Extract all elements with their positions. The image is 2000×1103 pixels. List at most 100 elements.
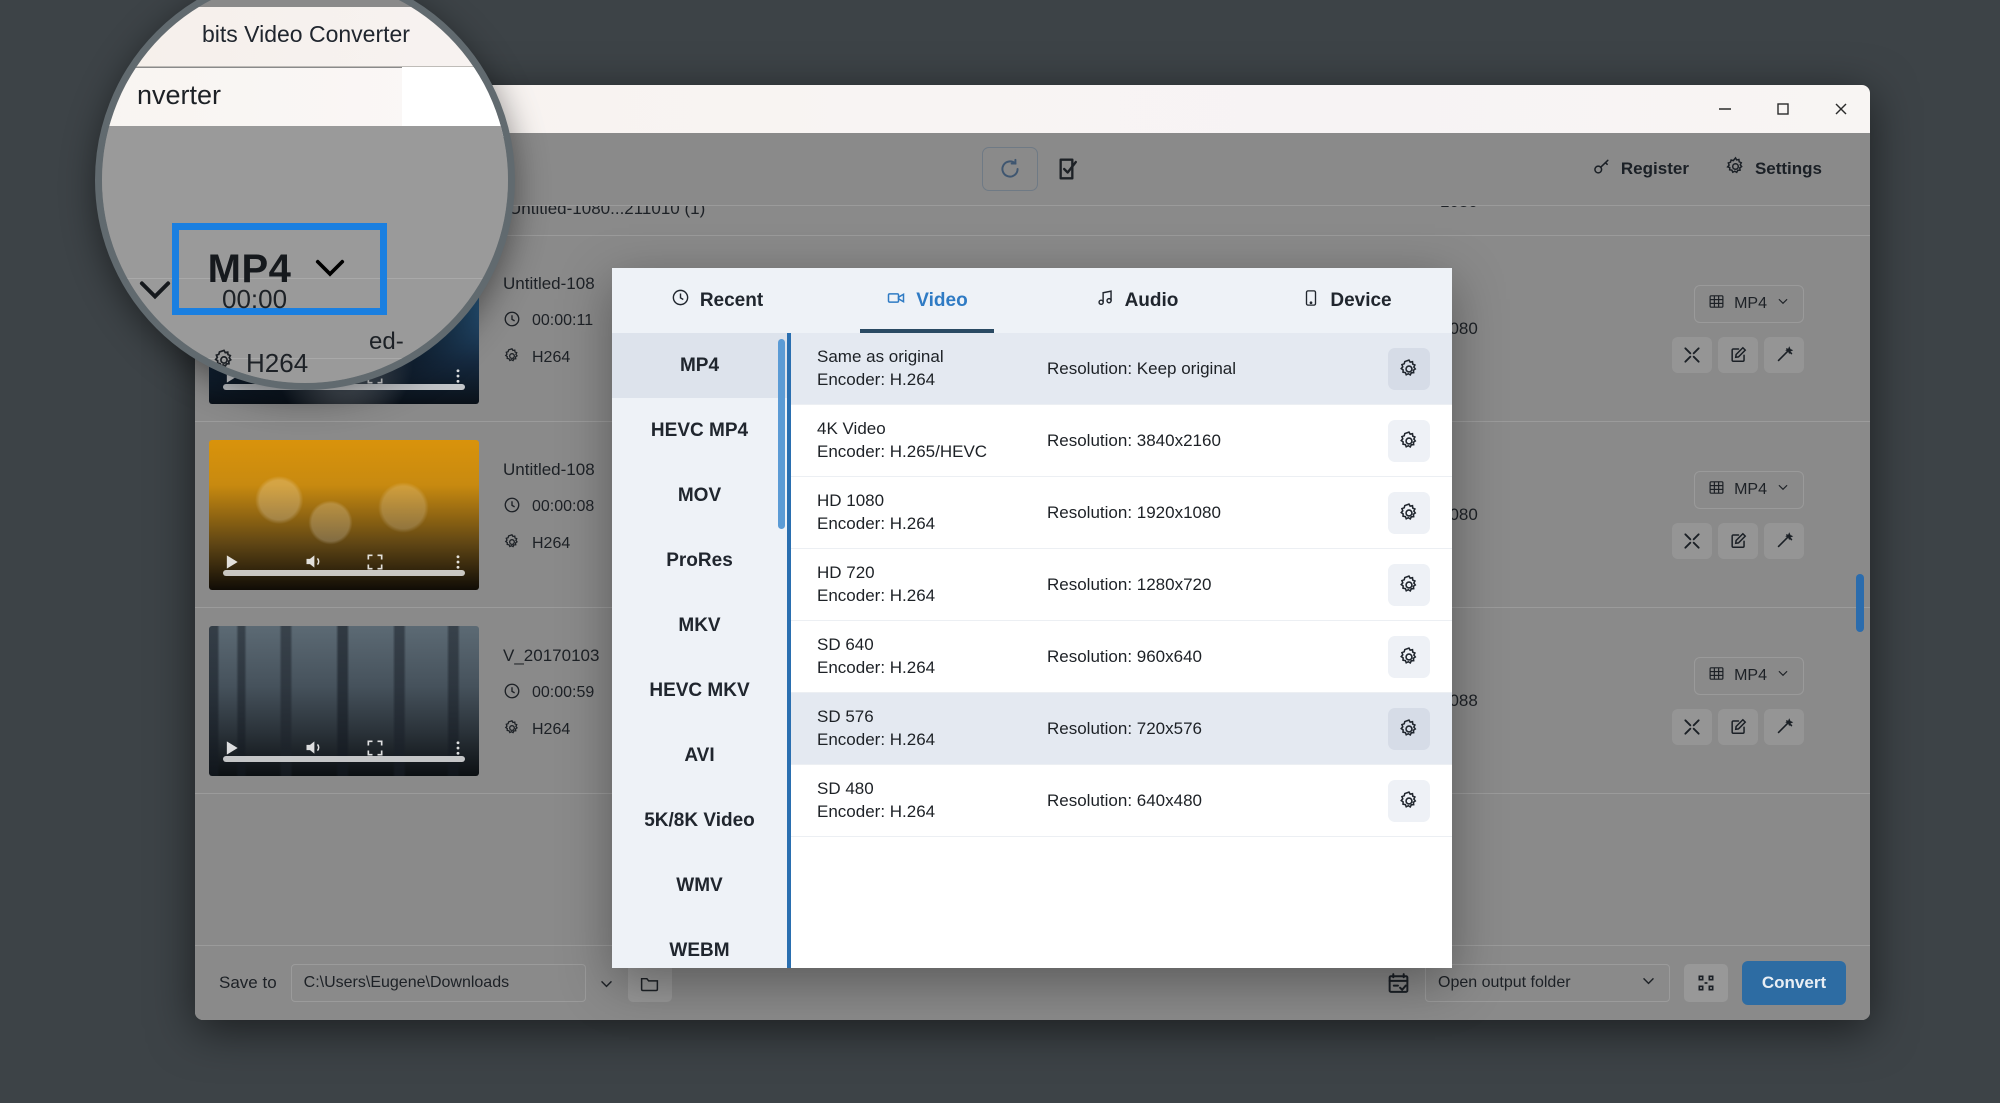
- screenshot-root: Video Converter: [0, 0, 2000, 1103]
- row-actions: [1672, 336, 1804, 373]
- scrollbar-thumb[interactable]: [1856, 574, 1864, 632]
- tab-device-label: Device: [1330, 289, 1392, 311]
- preset-encoder: Encoder: H.264: [817, 369, 936, 389]
- window-controls: [1696, 85, 1870, 133]
- format-item-prores[interactable]: ProRes: [612, 528, 787, 593]
- play-icon[interactable]: [221, 552, 283, 572]
- list-item[interactable]: Same as original Encoder: H.264 Resoluti…: [791, 333, 1452, 405]
- preset-encoder: Encoder: H.264: [817, 657, 936, 677]
- row-format-label: MP4: [1734, 666, 1767, 684]
- convert-button[interactable]: Convert: [1742, 961, 1846, 1005]
- preset-name: 4K Video Encoder: H.265/HEVC: [817, 418, 1047, 464]
- format-item-mp4[interactable]: MP4: [612, 333, 787, 398]
- maximize-button[interactable]: [1754, 85, 1812, 133]
- list-item[interactable]: HD 720 Encoder: H.264 Resolution: 1280x7…: [791, 549, 1452, 621]
- gear-icon[interactable]: [1388, 779, 1430, 822]
- row-format-dropdown[interactable]: MP4: [1694, 284, 1804, 323]
- volume-icon[interactable]: [283, 737, 345, 758]
- fullscreen-icon[interactable]: [344, 738, 406, 758]
- magnified-duration: 00:00: [222, 284, 288, 314]
- edit-icon[interactable]: [1718, 708, 1758, 745]
- format-item-webm[interactable]: WEBM: [612, 918, 787, 968]
- list-scrollbar[interactable]: [1855, 206, 1865, 945]
- merge-grid-icon[interactable]: [1684, 964, 1728, 1002]
- codec-value: H264: [532, 349, 571, 366]
- convert-label: Convert: [1761, 973, 1827, 992]
- format-item-hevc-mkv[interactable]: HEVC MKV: [612, 658, 787, 723]
- playback-progress[interactable]: [223, 755, 465, 762]
- gear-icon[interactable]: [1388, 491, 1430, 534]
- list-item[interactable]: SD 640 Encoder: H.264 Resolution: 960x64…: [791, 621, 1452, 693]
- duration-value: 00:00:59: [532, 684, 595, 701]
- preset-resolution: Resolution: 1280x720: [1047, 574, 1212, 594]
- preset-title: SD 480: [817, 778, 874, 798]
- compress-icon[interactable]: [1672, 708, 1712, 745]
- row-format-dropdown[interactable]: MP4: [1694, 656, 1804, 695]
- play-icon[interactable]: [221, 738, 283, 758]
- settings-button[interactable]: Settings: [1725, 156, 1822, 182]
- edit-icon[interactable]: [1718, 336, 1758, 373]
- clock-icon: [503, 496, 521, 519]
- format-item-avi[interactable]: AVI: [612, 723, 787, 788]
- gear-icon[interactable]: [1388, 347, 1430, 390]
- volume-icon[interactable]: [283, 551, 345, 572]
- more-options-icon[interactable]: [406, 553, 468, 571]
- minimize-button[interactable]: [1696, 85, 1754, 133]
- format-item-mkv[interactable]: MKV: [612, 593, 787, 658]
- gear-icon[interactable]: [1388, 635, 1430, 678]
- codec-value: H264: [532, 721, 571, 738]
- video-thumbnail[interactable]: [209, 439, 479, 590]
- more-options-icon[interactable]: [406, 739, 468, 757]
- gear-icon: [503, 719, 521, 742]
- tab-recent[interactable]: Recent: [612, 268, 822, 333]
- gear-icon[interactable]: [1388, 707, 1430, 750]
- format-list-scrollbar-thumb[interactable]: [778, 339, 785, 529]
- format-item-hevc-mp4[interactable]: HEVC MP4: [612, 398, 787, 463]
- folder-icon[interactable]: [627, 964, 672, 1002]
- magnified-app-titlebar: bits Video Converter: [102, 7, 508, 67]
- clock-icon: [503, 682, 521, 705]
- format-item-5k-8k-video[interactable]: 5K/8K Video: [612, 788, 787, 853]
- tab-device[interactable]: Device: [1242, 268, 1452, 333]
- list-item[interactable]: SD 480 Encoder: H.264 Resolution: 640x48…: [791, 765, 1452, 837]
- tab-recent-label: Recent: [699, 289, 764, 311]
- close-button[interactable]: [1812, 85, 1870, 133]
- gear-icon[interactable]: [1388, 419, 1430, 462]
- duration-value: 00:00:08: [532, 498, 595, 515]
- file-resolution: 1080: [1440, 206, 1478, 212]
- list-item[interactable]: HD 1080 Encoder: H.264 Resolution: 1920x…: [791, 477, 1452, 549]
- playback-progress[interactable]: [223, 569, 465, 576]
- list-item[interactable]: SD 576 Encoder: H.264 Resolution: 720x57…: [791, 693, 1452, 765]
- format-list: MP4 HEVC MP4 MOV ProRes MKV HEVC MKV AVI…: [612, 333, 787, 968]
- chevron-down-icon: [1640, 972, 1657, 994]
- output-action-select[interactable]: Open output folder: [1425, 964, 1670, 1002]
- schedule-icon[interactable]: [1386, 971, 1411, 996]
- compress-icon[interactable]: [1672, 336, 1712, 373]
- preset-title: SD 576: [817, 706, 874, 726]
- chevron-down-icon: [309, 253, 351, 286]
- save-path-dropdown[interactable]: [586, 964, 628, 1002]
- magic-wand-icon[interactable]: [1764, 336, 1804, 373]
- register-button[interactable]: Register: [1592, 157, 1689, 182]
- format-item-wmv[interactable]: WMV: [612, 853, 787, 918]
- checklist-icon[interactable]: [1056, 155, 1084, 183]
- edit-icon[interactable]: [1718, 522, 1758, 559]
- tab-video[interactable]: Video: [822, 268, 1032, 333]
- magic-wand-icon[interactable]: [1764, 522, 1804, 559]
- converter-refresh-icon[interactable]: [981, 147, 1038, 191]
- preset-encoder: Encoder: H.264: [817, 585, 936, 605]
- format-item-mov[interactable]: MOV: [612, 463, 787, 528]
- file-name: Untitled-1080...211010 (1): [509, 205, 706, 218]
- fullscreen-icon[interactable]: [344, 552, 406, 572]
- tab-audio[interactable]: Audio: [1032, 268, 1242, 333]
- magic-wand-icon[interactable]: [1764, 708, 1804, 745]
- gear-icon[interactable]: [1388, 563, 1430, 606]
- chevron-down-icon: [1776, 480, 1790, 499]
- save-to-label: Save to: [219, 973, 277, 992]
- save-path-input[interactable]: C:\Users\Eugene\Downloads: [290, 964, 586, 1002]
- row-format-dropdown[interactable]: MP4: [1694, 470, 1804, 509]
- preset-name: SD 640 Encoder: H.264: [817, 634, 1047, 680]
- compress-icon[interactable]: [1672, 522, 1712, 559]
- list-item[interactable]: 4K Video Encoder: H.265/HEVC Resolution:…: [791, 405, 1452, 477]
- video-thumbnail[interactable]: [209, 625, 479, 776]
